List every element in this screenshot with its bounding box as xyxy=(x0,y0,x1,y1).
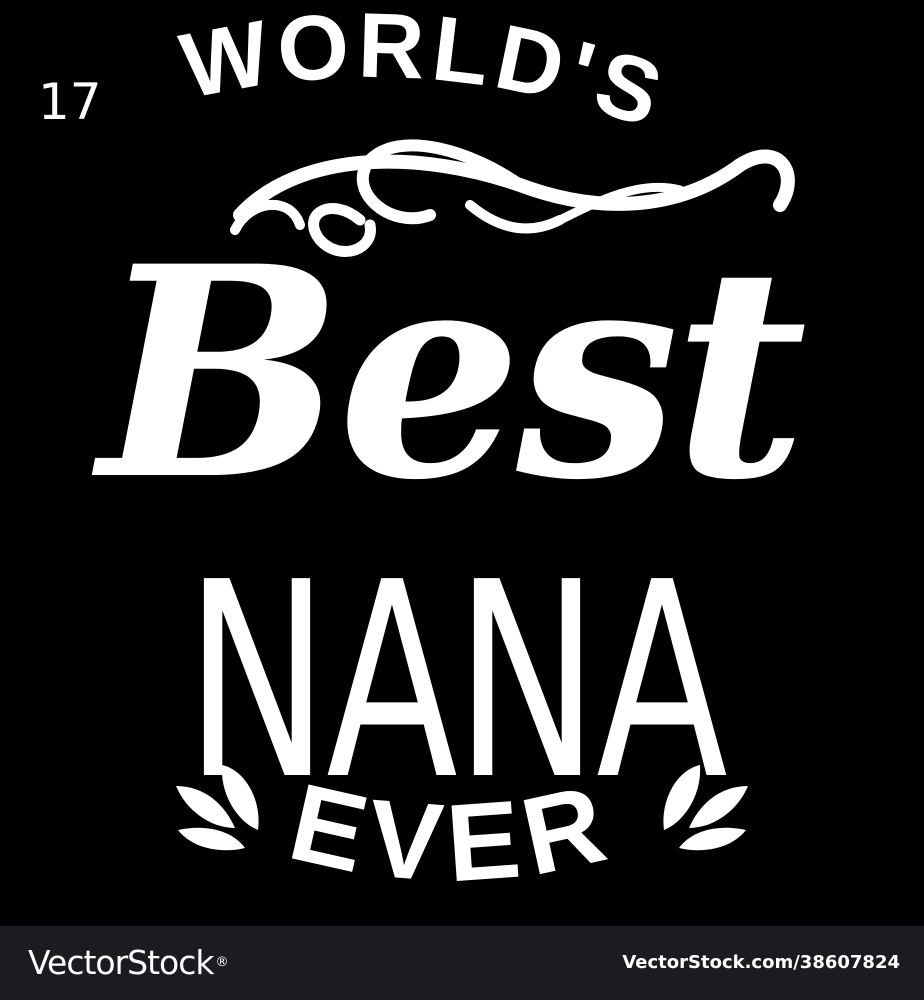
image-id-label: VectorStock.com/38607824 xyxy=(622,952,900,973)
best-heading: Best xyxy=(90,204,805,544)
vectorstock-logo: VectorStock ® xyxy=(28,942,229,984)
nana-lettering-artwork: WORLD'S Best NANA EVER xyxy=(0,0,924,926)
lettering-svg: WORLD'S Best NANA EVER xyxy=(90,0,811,905)
brand-name: VectorStock xyxy=(28,943,214,982)
page-number: 17 xyxy=(38,73,102,131)
watermark-footer-bar: VectorStock ® VectorStock.com/38607824 xyxy=(0,926,924,1000)
registered-mark: ® xyxy=(215,955,229,970)
worlds-heading: WORLD'S xyxy=(173,0,679,149)
